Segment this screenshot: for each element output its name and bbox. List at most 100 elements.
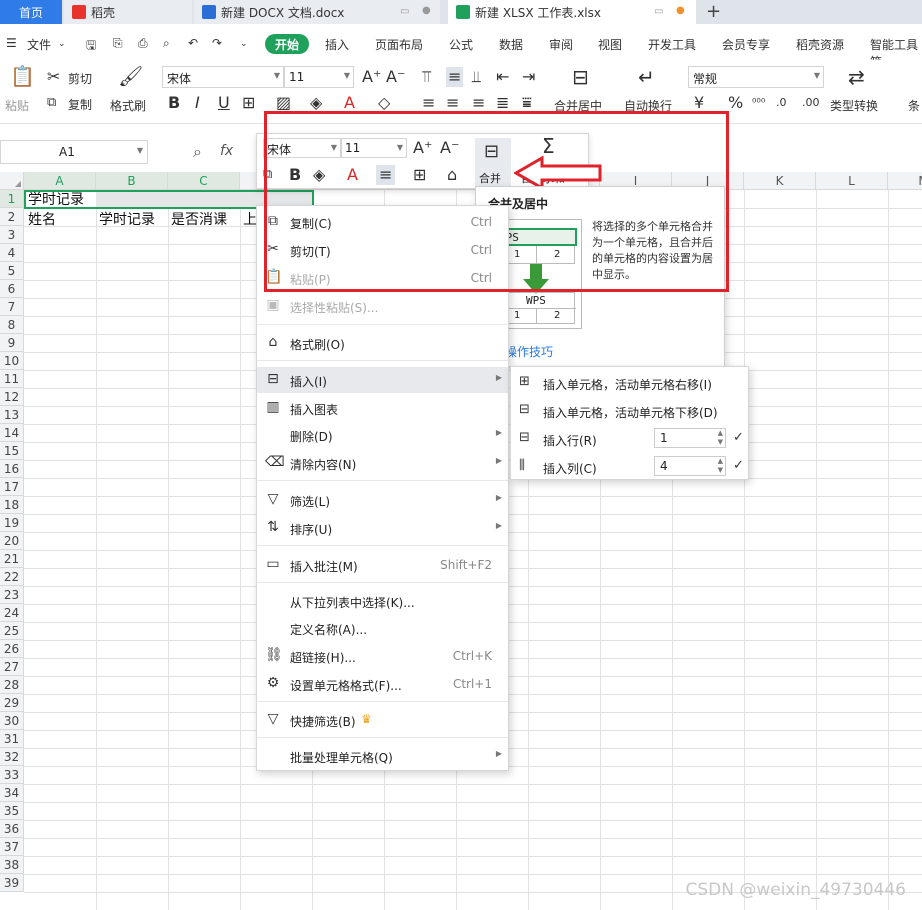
submenu-insert-down[interactable]: ⊟ 插入单元格，活动单元格下移(D)	[511, 396, 748, 424]
align-center-icon[interactable]: ≡	[446, 95, 459, 111]
new-tab-button[interactable]: +	[706, 1, 721, 22]
menu-page-layout[interactable]: 页面布局	[375, 36, 423, 53]
hamburger-icon[interactable]: ☰	[6, 36, 17, 50]
row-header[interactable]: 26	[0, 640, 24, 658]
increase-font-icon[interactable]: A⁺	[362, 69, 381, 85]
row-header[interactable]: 34	[0, 784, 24, 802]
align-middle-icon[interactable]: ≡	[446, 67, 464, 87]
underline-icon[interactable]: U	[218, 95, 230, 111]
paste-button[interactable]: 粘贴	[5, 97, 29, 114]
align-right-icon[interactable]: ≡	[472, 95, 485, 111]
thousands-icon[interactable]: ⁰⁰⁰	[752, 95, 765, 111]
save-icon[interactable]: 🖫	[86, 36, 96, 57]
name-box[interactable]: A1 ▼	[0, 140, 148, 164]
chevron-down-icon[interactable]: ⌄	[58, 39, 66, 49]
decrease-decimal-icon[interactable]: .00	[802, 95, 820, 111]
bold-icon[interactable]: B	[168, 95, 180, 111]
redo-icon[interactable]: ↷	[212, 36, 222, 50]
row-header[interactable]: 28	[0, 676, 24, 694]
menu-item-sort[interactable]: ⇅ 排序(U) ▶	[257, 515, 508, 541]
tab-xlsx[interactable]: 新建 XLSX 工作表.xlsx ▭ ●	[448, 0, 696, 24]
format-painter-icon[interactable]: 🖌	[118, 66, 143, 86]
stepper-arrows-icon[interactable]: ▲ ▼	[718, 429, 723, 447]
menu-data[interactable]: 数据	[499, 36, 523, 53]
row-header[interactable]: 14	[0, 424, 24, 442]
operation-tips-link[interactable]: 操作技巧	[505, 343, 553, 360]
row-header[interactable]: 15	[0, 442, 24, 460]
menu-item-quick-filter[interactable]: ▽ 快捷筛选(B) ♛	[257, 707, 508, 733]
italic-icon[interactable]: I	[195, 95, 200, 111]
row-header[interactable]: 4	[0, 244, 24, 262]
menu-item-define-name[interactable]: 定义名称(A)...	[257, 615, 508, 641]
menu-item-insert-comment[interactable]: ▭ 插入批注(M) Shift+F2	[257, 552, 508, 578]
merge-center-icon[interactable]: ⊟	[572, 67, 589, 87]
row-header[interactable]: 32	[0, 748, 24, 766]
column-header[interactable]: C	[168, 172, 240, 190]
cell-a1[interactable]: 学时记录	[28, 191, 84, 209]
row-header[interactable]: 22	[0, 568, 24, 586]
row-header[interactable]: 24	[0, 604, 24, 622]
column-header[interactable]: M	[888, 172, 922, 190]
row-header[interactable]: 17	[0, 478, 24, 496]
row-header[interactable]: 37	[0, 838, 24, 856]
font-color-icon[interactable]: A	[344, 95, 355, 111]
align-left-icon[interactable]: ≡	[422, 95, 435, 111]
row-header[interactable]: 36	[0, 820, 24, 838]
scissors-icon[interactable]: ✂	[47, 69, 60, 85]
row-header[interactable]: 27	[0, 658, 24, 676]
row-header[interactable]: 39	[0, 874, 24, 892]
row-header[interactable]: 35	[0, 802, 24, 820]
menu-member[interactable]: 会员专享	[722, 36, 770, 53]
tab-close-dot-icon[interactable]: ●	[422, 5, 431, 16]
font-size-select[interactable]: 11 ▼	[284, 66, 354, 88]
percent-button[interactable]: %	[728, 95, 743, 111]
window-icon[interactable]: ▭	[400, 6, 409, 17]
justify-icon[interactable]: ≣	[496, 95, 509, 111]
row-header[interactable]: 29	[0, 694, 24, 712]
tab-daoke[interactable]: 稻壳	[64, 0, 192, 24]
preview-icon[interactable]: ⌕	[163, 36, 170, 51]
menu-developer[interactable]: 开发工具	[648, 36, 696, 53]
quick-access-dropdown-icon[interactable]: ⌄	[240, 39, 248, 49]
column-header[interactable]: L	[816, 172, 888, 190]
row-header[interactable]: 31	[0, 730, 24, 748]
copy-icon[interactable]: ⧉	[47, 95, 56, 111]
row-header[interactable]: 6	[0, 280, 24, 298]
menu-review[interactable]: 审阅	[549, 36, 573, 53]
tab-home[interactable]: 首页	[0, 0, 62, 24]
menu-item-delete[interactable]: 删除(D) ▶	[257, 422, 508, 448]
cell-b2[interactable]: 学时记录	[99, 211, 155, 229]
confirm-check-icon[interactable]: ✓	[733, 458, 744, 473]
cell-d2[interactable]: 上	[243, 211, 257, 229]
row-header[interactable]: 21	[0, 550, 24, 568]
submenu-insert-row[interactable]: ⊟ 插入行(R) 1 ▲ ▼ ✓	[511, 424, 748, 452]
row-header[interactable]: 2	[0, 208, 24, 226]
fill-color-icon[interactable]: ◈	[310, 95, 322, 111]
menu-item-batch[interactable]: 批量处理单元格(Q) ▶	[257, 743, 508, 769]
row-header[interactable]: 8	[0, 316, 24, 334]
cell-a2[interactable]: 姓名	[28, 211, 56, 229]
zoom-search-icon[interactable]: ⌕	[193, 142, 202, 162]
row-header[interactable]: 23	[0, 586, 24, 604]
menu-start[interactable]: 开始	[265, 34, 309, 54]
menu-daoke-resources[interactable]: 稻壳资源	[796, 36, 844, 53]
type-convert-icon[interactable]: ⇄	[848, 67, 865, 87]
menu-item-insert[interactable]: ⊟ 插入(I) ▶	[257, 367, 508, 393]
row-count-stepper[interactable]: 1 ▲ ▼	[654, 428, 726, 448]
menu-file[interactable]: 文件	[27, 36, 51, 53]
menu-item-insert-chart[interactable]: ▥ 插入图表	[257, 395, 508, 421]
distributed-icon[interactable]: ⩸	[522, 95, 532, 111]
cut-button[interactable]: 剪切	[68, 70, 92, 87]
menu-item-paste-special[interactable]: ▣ 选择性粘贴(S)...	[257, 293, 508, 319]
shading-icon[interactable]: ▨	[276, 95, 291, 111]
menu-insert[interactable]: 插入	[325, 36, 349, 53]
row-header[interactable]: 33	[0, 766, 24, 784]
row-header[interactable]: 13	[0, 406, 24, 424]
row-header[interactable]: 19	[0, 514, 24, 532]
row-header[interactable]: 12	[0, 388, 24, 406]
row-header[interactable]: 38	[0, 856, 24, 874]
indent-decrease-icon[interactable]: ⇤	[496, 69, 509, 85]
row-header[interactable]: 9	[0, 334, 24, 352]
fx-icon[interactable]: fx	[220, 143, 233, 159]
row-header[interactable]: 25	[0, 622, 24, 640]
